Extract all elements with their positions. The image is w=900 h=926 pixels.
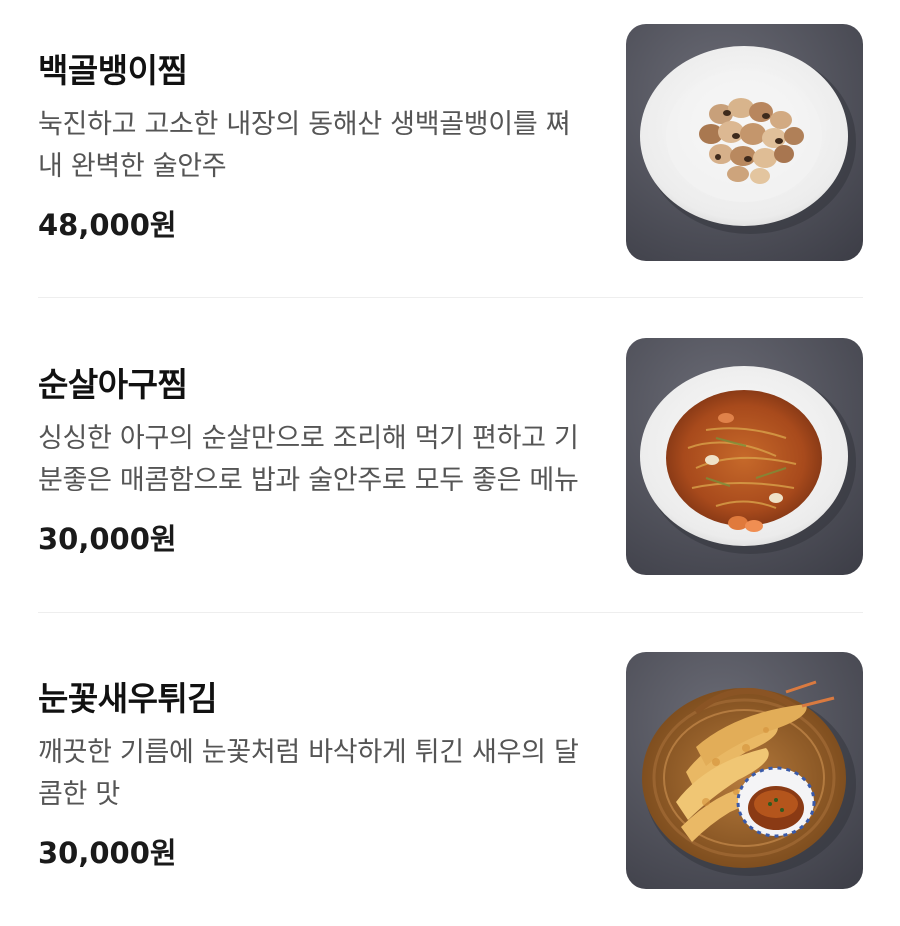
menu-item-price: 48,000원 <box>38 208 177 242</box>
menu-item-whelk[interactable]: 백골뱅이찜 눅진하고 고소한 내장의 동해산 생백골뱅이를 쪄내 완벽한 술안주… <box>0 24 900 264</box>
menu-item-photo-monkfish[interactable] <box>626 338 863 575</box>
menu-item-monkfish[interactable]: 순살아구찜 싱싱한 아구의 순살만으로 조리해 먹기 편하고 기분좋은 매콤함으… <box>0 338 900 578</box>
menu-item-description: 깨끗한 기름에 눈꽃처럼 바삭하게 튀긴 새우의 달콤한 맛 <box>38 737 579 810</box>
divider <box>38 297 863 298</box>
menu-item-description: 눅진하고 고소한 내장의 동해산 생백골뱅이를 쪄내 완벽한 술안주 <box>38 109 571 182</box>
menu-item-photo-whelk[interactable] <box>626 24 863 261</box>
menu-item-price: 30,000원 <box>38 836 177 870</box>
menu-item-photo-shrimp-tempura[interactable] <box>626 652 863 889</box>
menu-item-description: 싱싱한 아구의 순살만으로 조리해 먹기 편하고 기분좋은 매콤함으로 밥과 술… <box>38 423 579 496</box>
menu-item-price: 30,000원 <box>38 522 177 556</box>
menu-item-name: 백골뱅이찜 <box>38 51 188 90</box>
menu-item-shrimp-tempura[interactable]: 눈꽃새우튀김 깨끗한 기름에 눈꽃처럼 바삭하게 튀긴 새우의 달콤한 맛 30… <box>0 652 900 892</box>
divider <box>38 612 863 613</box>
menu-item-name: 눈꽃새우튀김 <box>38 679 218 718</box>
menu-item-name: 순살아구찜 <box>38 365 188 404</box>
